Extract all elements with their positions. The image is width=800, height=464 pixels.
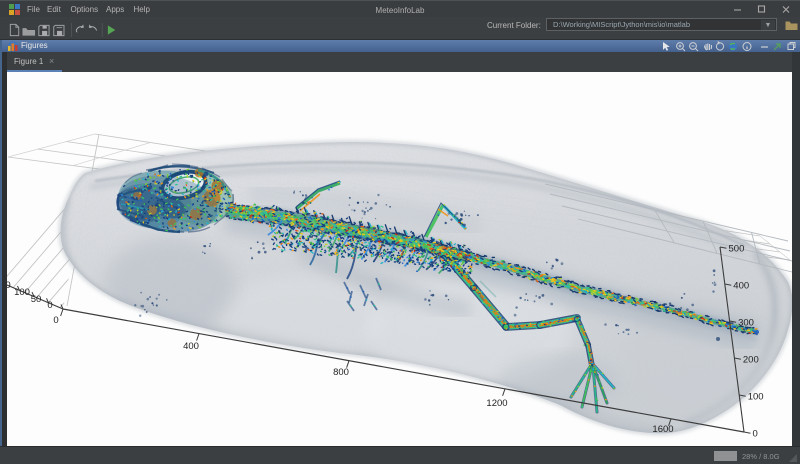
- svg-text:400: 400: [183, 341, 199, 352]
- svg-text:400: 400: [733, 281, 749, 292]
- svg-text:0: 0: [47, 300, 52, 311]
- svg-text:100: 100: [14, 287, 30, 298]
- svg-text:1200: 1200: [486, 398, 507, 409]
- svg-text:1600: 1600: [652, 424, 673, 435]
- svg-text:200: 200: [742, 355, 758, 366]
- svg-text:0: 0: [752, 429, 757, 440]
- svg-text:500: 500: [728, 244, 744, 255]
- svg-text:100: 100: [747, 392, 763, 403]
- svg-text:800: 800: [333, 367, 349, 378]
- svg-text:50: 50: [30, 294, 41, 305]
- svg-text:0: 0: [53, 315, 58, 326]
- svg-text:300: 300: [738, 318, 754, 329]
- svg-text:0: 0: [7, 280, 11, 291]
